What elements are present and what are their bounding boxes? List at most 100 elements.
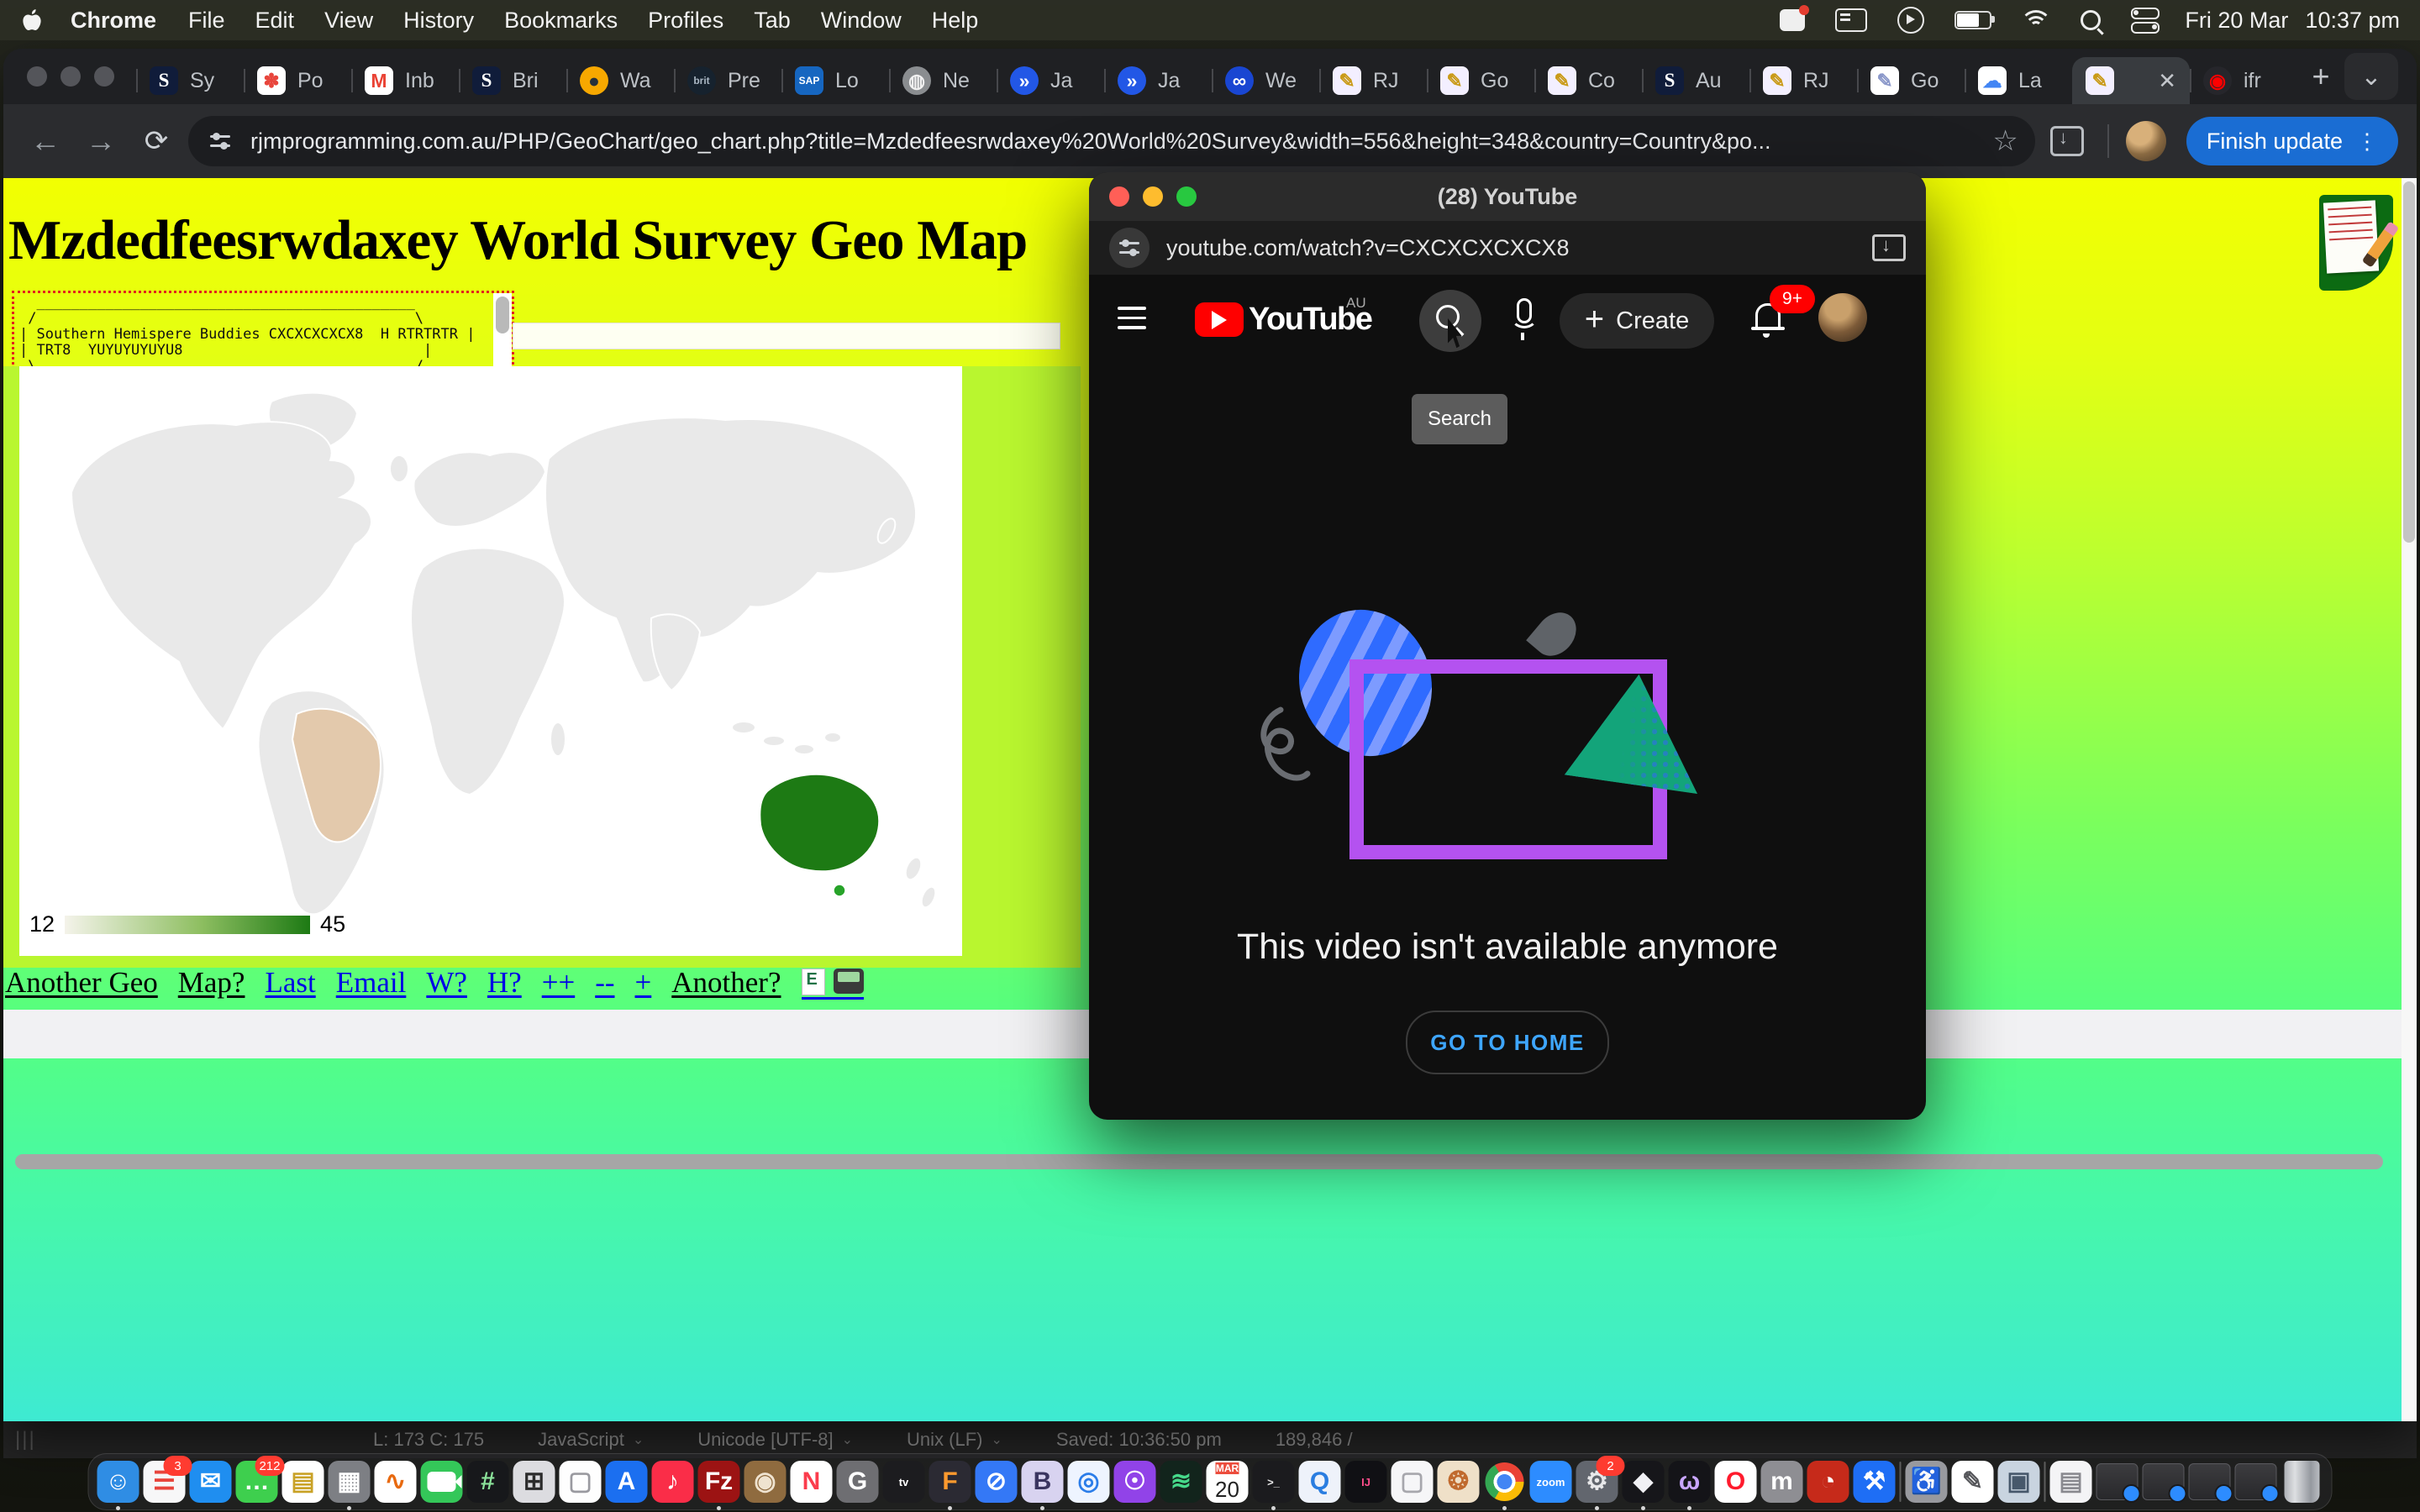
quicktime[interactable]: Q [1299, 1461, 1341, 1503]
tooltip-textarea[interactable]: ________________________________________… [12, 291, 514, 375]
window-traffic-lights[interactable] [27, 66, 114, 87]
statusbar-segment[interactable]: 189,846 / [1276, 1429, 1353, 1451]
terminal-green-app[interactable]: ≋ [1160, 1461, 1202, 1503]
open-in-app-icon[interactable] [1872, 234, 1906, 261]
title-text-input[interactable] [513, 323, 1060, 349]
page-link[interactable]: -- [595, 966, 614, 1000]
statusbar-segment[interactable]: L: 173 C: 175 [373, 1429, 484, 1451]
notes[interactable]: ▤ [282, 1461, 324, 1503]
page-link[interactable]: W? [426, 966, 467, 1000]
browser-tab[interactable]: ☁ La [1965, 57, 2072, 104]
playback-status-icon[interactable] [1897, 7, 1924, 34]
page-link-icons[interactable] [802, 969, 864, 1000]
page-scrollbar[interactable] [2402, 178, 2417, 1421]
menubar-clock[interactable]: Fri 20 Mar 10:37 pm [2185, 8, 2400, 34]
app-store[interactable]: A [606, 1461, 648, 1503]
xcode[interactable]: ⚒ [1854, 1461, 1896, 1503]
tab-close-icon[interactable]: ✕ [2158, 68, 2176, 94]
address-bar[interactable]: rjmprogramming.com.au/PHP/GeoChart/geo_c… [188, 116, 2035, 166]
youtube-urlbar[interactable]: youtube.com/watch?v=CXCXCXCXCX8 [1089, 221, 1926, 275]
page-link[interactable]: Map? [178, 966, 245, 1000]
terminal[interactable]: >_ [1253, 1461, 1295, 1503]
statusbar-segment[interactable]: Unicode [UTF-8] ⌄ [697, 1429, 853, 1451]
documents-stack[interactable]: ▤ [2050, 1461, 2092, 1503]
menu-app-name[interactable]: Chrome [71, 8, 156, 34]
mail[interactable]: ✉ [190, 1461, 232, 1503]
statusbar-segment[interactable]: Saved: 10:36:50 pm [1056, 1429, 1222, 1451]
block-app[interactable]: ⊘ [976, 1461, 1018, 1503]
menu-item[interactable]: File [188, 8, 225, 34]
calculator[interactable]: ⊞ [513, 1461, 555, 1503]
voice-search-icon[interactable] [1509, 297, 1538, 345]
browser-tab[interactable]: M Inb [351, 57, 459, 104]
music[interactable]: ♪ [652, 1461, 694, 1503]
tab-search-chevron-button[interactable]: ⌄ [2344, 53, 2398, 100]
intellij[interactable]: IJ [1345, 1461, 1387, 1503]
menu-item[interactable]: Edit [255, 8, 295, 34]
finder[interactable]: ☺ [97, 1461, 139, 1503]
spotlight-icon[interactable] [2081, 10, 2101, 30]
minimized-window-3[interactable] [2189, 1461, 2231, 1503]
new-tab-button[interactable]: + [2297, 53, 2344, 100]
world-map-canvas[interactable]: 12 45 [19, 366, 962, 956]
menu-item[interactable]: Help [932, 8, 979, 34]
browser-menu-kebab-icon[interactable]: ⋮ [2356, 129, 2378, 155]
create-button[interactable]: + Create [1560, 293, 1714, 349]
menu-item[interactable]: Tab [754, 8, 791, 34]
photo-app[interactable]: ▣ [1998, 1461, 2040, 1503]
reminders[interactable]: ☰ 3 [144, 1461, 186, 1503]
notes-pencil-app[interactable]: ✎ [1952, 1461, 1994, 1503]
podcasts[interactable]: ☉ [1114, 1461, 1156, 1503]
site-settings-icon[interactable] [205, 126, 235, 156]
battery-icon[interactable] [1954, 11, 1991, 29]
browser-tab[interactable]: » Ja [1104, 57, 1212, 104]
statusbar-segment[interactable]: Unix (LF) ⌄ [907, 1429, 1002, 1451]
bookmark-star-icon[interactable]: ☆ [1992, 124, 2018, 158]
menu-item[interactable]: Profiles [648, 8, 723, 34]
menu-item[interactable]: Window [821, 8, 902, 34]
apple-menu-icon[interactable] [22, 8, 42, 32]
news[interactable]: N [791, 1461, 833, 1503]
messages[interactable]: … 212 [236, 1461, 278, 1503]
minimized-window-1[interactable] [2096, 1461, 2139, 1503]
browser-tab[interactable]: ◍ Ne [889, 57, 997, 104]
inkscape[interactable]: ◆ [1623, 1461, 1665, 1503]
minimized-window-4[interactable] [2235, 1461, 2277, 1503]
site-settings-icon[interactable] [1109, 228, 1150, 268]
page-link[interactable]: H? [487, 966, 522, 1000]
brown-app[interactable]: ◉ [744, 1461, 786, 1503]
youtube-logo[interactable]: YouTube [1195, 302, 1371, 338]
control-center-icon[interactable] [2131, 8, 2160, 34]
browser-tab[interactable]: ✎ Go [1427, 57, 1534, 104]
filezilla[interactable]: Fz [698, 1461, 740, 1503]
pixelmator[interactable]: ❂ [1438, 1461, 1480, 1503]
keyboard-status-icon[interactable] [1835, 8, 1867, 32]
browser-tab[interactable]: ✎ RJ [1749, 57, 1857, 104]
horizontal-scrollbar-thumb[interactable] [15, 1154, 2383, 1169]
statusbar-segment[interactable]: JavaScript ⌄ [538, 1429, 644, 1451]
back-button[interactable]: ← [22, 118, 69, 165]
menu-item[interactable]: History [403, 8, 474, 34]
browser-tab[interactable]: ✎ ✕ [2072, 57, 2190, 104]
page-link[interactable]: Email [336, 966, 407, 1000]
chrome[interactable] [1484, 1461, 1526, 1503]
page-link[interactable]: Another Geo [5, 966, 158, 1000]
facetime[interactable] [421, 1461, 463, 1503]
browser-tab[interactable]: brit Pre [674, 57, 781, 104]
screen-record-status-icon[interactable] [1780, 9, 1805, 31]
browser-tab[interactable]: SAP Lo [781, 57, 889, 104]
mamp[interactable]: m [1761, 1461, 1803, 1503]
browser-tab[interactable]: ✎ Go [1857, 57, 1965, 104]
search-button[interactable] [1419, 290, 1481, 352]
white-doc-app[interactable]: ▢ [1392, 1461, 1434, 1503]
browser-tab[interactable]: » Ja [997, 57, 1104, 104]
finish-update-button[interactable]: Finish update ⋮ [2186, 117, 2398, 165]
menu-item[interactable]: Bookmarks [504, 8, 618, 34]
profile-avatar[interactable] [2126, 121, 2166, 161]
system-settings[interactable]: ⚙ 2 [1576, 1461, 1618, 1503]
wifi-icon[interactable] [2022, 10, 2050, 30]
hamburger-menu-icon[interactable] [1118, 307, 1146, 336]
calendar[interactable]: MAR 20 [1207, 1461, 1249, 1503]
browser-tab[interactable]: ✽ Po [244, 57, 351, 104]
page-link[interactable]: + [635, 966, 652, 1000]
